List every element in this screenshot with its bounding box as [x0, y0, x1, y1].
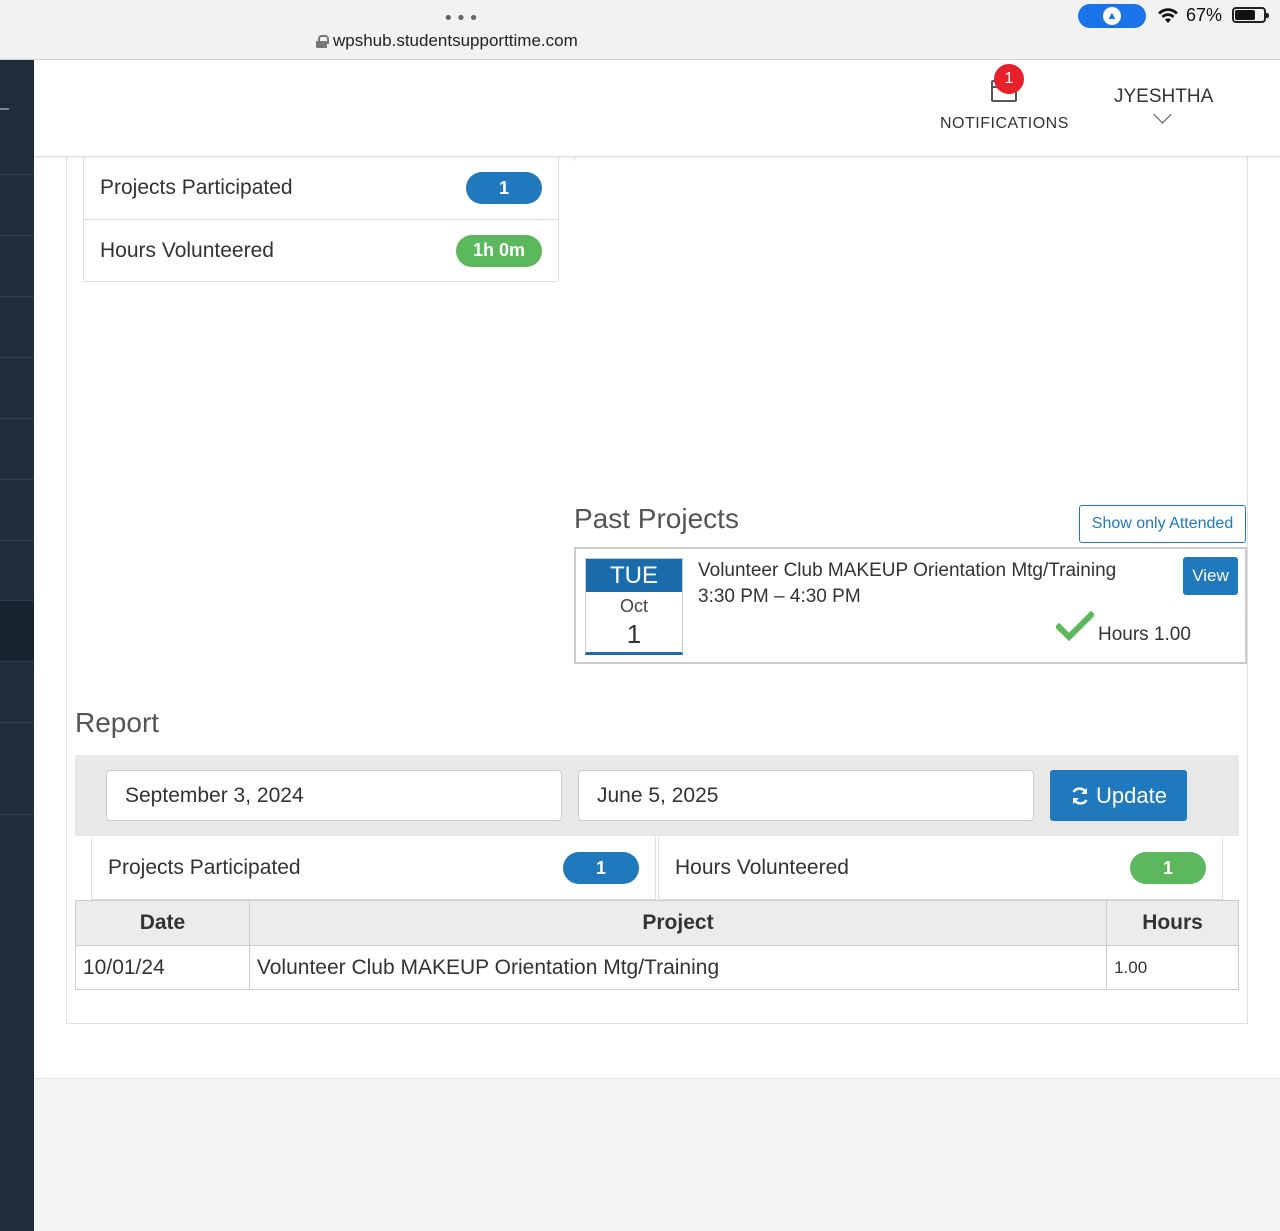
sidebar-item[interactable] — [0, 722, 34, 814]
report-stat-label: Hours Volunteered — [675, 856, 849, 879]
sidebar-item[interactable] — [0, 357, 34, 418]
lock-icon — [316, 34, 329, 48]
project-month: Oct — [619, 596, 648, 616]
cell-date: 10/01/24 — [75, 945, 250, 990]
project-day: 1 — [626, 619, 642, 649]
project-date-box: TUE Oct 1 — [585, 558, 683, 655]
sidebar — [0, 60, 34, 1231]
battery-icon — [1232, 7, 1269, 23]
table-header-row: Date Project Hours — [75, 900, 1239, 946]
sidebar-toggle-icon[interactable] — [0, 108, 9, 110]
sidebar-item-active[interactable] — [0, 600, 34, 661]
attended-check-icon — [1056, 611, 1094, 641]
top-header: NOTIFICATIONS JYESHTHA — [34, 60, 1280, 157]
report-start-date-input[interactable] — [106, 770, 562, 821]
summary-stats: Projects Participated 1 Hours Volunteere… — [83, 157, 559, 282]
refresh-icon — [1072, 786, 1088, 805]
sidebar-item[interactable] — [0, 540, 34, 600]
report-end-date-input[interactable] — [578, 770, 1034, 821]
view-project-button[interactable]: View — [1183, 557, 1238, 595]
project-time: 3:30 PM – 4:30 PM — [698, 586, 861, 607]
past-project-card: TUE Oct 1 Volunteer Club MAKEUP Orientat… — [574, 547, 1247, 664]
sidebar-item[interactable] — [0, 296, 34, 357]
hours-count-badge: 1h 0m — [456, 234, 542, 267]
column-header-date: Date — [75, 900, 250, 946]
upcoming-panel-edge — [574, 157, 1248, 161]
stat-label: Projects Participated — [100, 176, 293, 199]
project-hours: Hours 1.00 — [1098, 624, 1191, 645]
report-table: Date Project Hours 10/01/24 Volunteer Cl… — [75, 900, 1239, 990]
location-arrow-icon: ▲ — [1103, 7, 1121, 25]
show-only-attended-button[interactable]: Show only Attended — [1079, 505, 1246, 543]
page-footer-area — [34, 1078, 1280, 1231]
location-status-pill: ▲ — [1078, 4, 1146, 28]
report-stat-label: Projects Participated — [108, 856, 301, 879]
sidebar-item[interactable] — [0, 479, 34, 540]
table-row: 10/01/24 Volunteer Club MAKEUP Orientati… — [75, 945, 1239, 990]
column-header-hours: Hours — [1106, 900, 1239, 946]
report-filter-bar: Update — [75, 755, 1239, 836]
chevron-down-icon — [1152, 105, 1172, 124]
sidebar-item[interactable] — [0, 235, 34, 296]
address-bar[interactable]: wpshub.studentsupporttime.com — [316, 31, 578, 51]
stat-label: Hours Volunteered — [100, 238, 274, 262]
sidebar-item[interactable] — [0, 174, 34, 235]
cell-hours: 1.00 — [1106, 945, 1239, 990]
browser-menu-dots[interactable]: ••• — [443, 8, 481, 29]
notifications-label: NOTIFICATIONS — [940, 115, 1069, 132]
report-hours-badge: 1 — [1130, 852, 1206, 884]
notifications-count-badge: 1 — [994, 64, 1024, 94]
stat-projects-participated: Projects Participated 1 — [84, 157, 558, 219]
sidebar-item[interactable] — [0, 661, 34, 722]
project-name: Volunteer Club MAKEUP Orientation Mtg/Tr… — [698, 560, 1117, 581]
stat-hours-volunteered: Hours Volunteered 1h 0m — [84, 219, 558, 281]
past-projects-title: Past Projects — [574, 503, 739, 534]
cell-project: Volunteer Club MAKEUP Orientation Mtg/Tr… — [248, 945, 1108, 990]
update-label: Update — [1096, 782, 1167, 808]
user-menu[interactable]: JYESHTHA — [1114, 86, 1213, 126]
project-day-of-week: TUE — [586, 559, 682, 592]
battery-percentage: 67% — [1186, 5, 1223, 25]
browser-bar: ••• wpshub.studentsupporttime.com ▲ 67% — [0, 0, 1280, 60]
report-projects-badge: 1 — [563, 852, 639, 884]
report-projects-participated: Projects Participated 1 — [91, 837, 656, 900]
report-title: Report — [75, 707, 160, 738]
projects-count-badge: 1 — [466, 172, 542, 204]
sidebar-divider — [0, 814, 34, 816]
url-text: wpshub.studentsupporttime.com — [333, 31, 578, 50]
report-hours-volunteered: Hours Volunteered 1 — [658, 837, 1223, 900]
column-header-project: Project — [248, 900, 1108, 946]
wifi-icon — [1158, 8, 1178, 23]
sidebar-item[interactable] — [0, 418, 34, 479]
update-report-button[interactable]: Update — [1050, 770, 1187, 821]
